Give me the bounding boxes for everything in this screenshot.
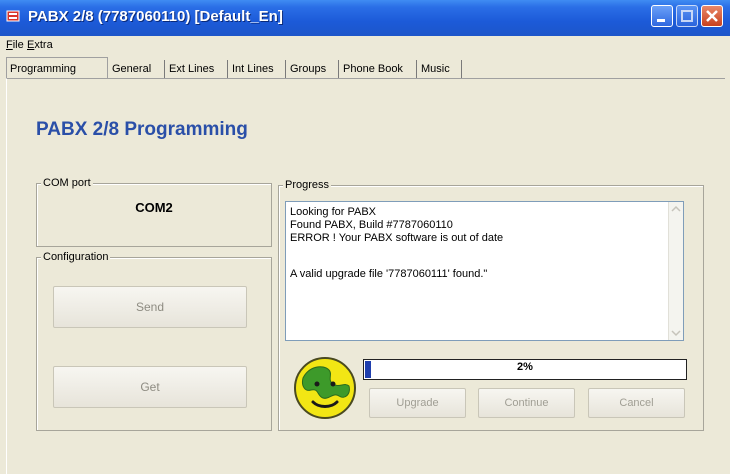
menu-file-mnemonic: F [6,39,13,51]
send-button[interactable]: Send [53,286,247,328]
menu-extra[interactable]: Extra [27,39,53,51]
log-line: Found PABX, Build #7787060110 [290,219,453,231]
minimize-icon [657,19,665,22]
log-line: A valid upgrade file '7787060111' found.… [290,268,488,280]
app-window: PABX 2/8 (7787060110) [Default_En] File … [0,0,730,474]
close-button[interactable] [701,5,723,27]
configuration-label: Configuration [41,251,111,263]
maximize-icon [681,10,693,22]
configuration-group: Configuration Send Get [36,251,272,431]
tab-programming[interactable]: Programming [6,57,108,79]
progress-label: Progress [283,179,332,191]
menu-file-label: ile [12,39,24,51]
app-icon [6,10,20,22]
minimize-button[interactable] [651,5,673,27]
com-port-value: COM2 [135,200,173,215]
cancel-button[interactable]: Cancel [588,388,685,418]
tab-music[interactable]: Music [418,60,462,78]
close-icon [706,10,718,22]
page-title: PABX 2/8 Programming [36,119,248,140]
progress-log[interactable]: Looking for PABX Found PABX, Build #7787… [285,201,684,341]
window-title: PABX 2/8 (7787060110) [Default_En] [28,8,283,25]
scroll-up-icon[interactable] [669,202,683,216]
log-line: Looking for PABX [290,206,377,218]
continue-button[interactable]: Continue [478,388,575,418]
menu-file[interactable]: File [6,39,24,51]
com-port-group: COM port COM2 [36,177,272,247]
tab-strip: Programming General Ext Lines Int Lines … [0,56,730,79]
progress-bar: 2% [363,359,687,380]
log-line: ERROR ! Your PABX software is out of dat… [290,232,504,244]
menu-extra-label: xtra [34,39,53,51]
upgrade-button[interactable]: Upgrade [369,388,466,418]
menu-bar: File Extra [0,36,730,56]
progress-percent: 2% [517,361,533,373]
scroll-down-icon[interactable] [669,326,683,340]
com-port-label: COM port [41,177,93,189]
tab-groups[interactable]: Groups [287,60,339,78]
get-button[interactable]: Get [53,366,247,408]
tab-int-lines[interactable]: Int Lines [229,60,286,78]
tab-ext-lines[interactable]: Ext Lines [166,60,228,78]
tab-general[interactable]: General [109,60,165,78]
maximize-button[interactable] [676,5,698,27]
log-scrollbar[interactable] [668,202,683,340]
tab-phone-book[interactable]: Phone Book [340,60,417,78]
smiley-globe-icon [294,357,356,419]
title-bar[interactable]: PABX 2/8 (7787060110) [Default_En] [0,0,730,36]
